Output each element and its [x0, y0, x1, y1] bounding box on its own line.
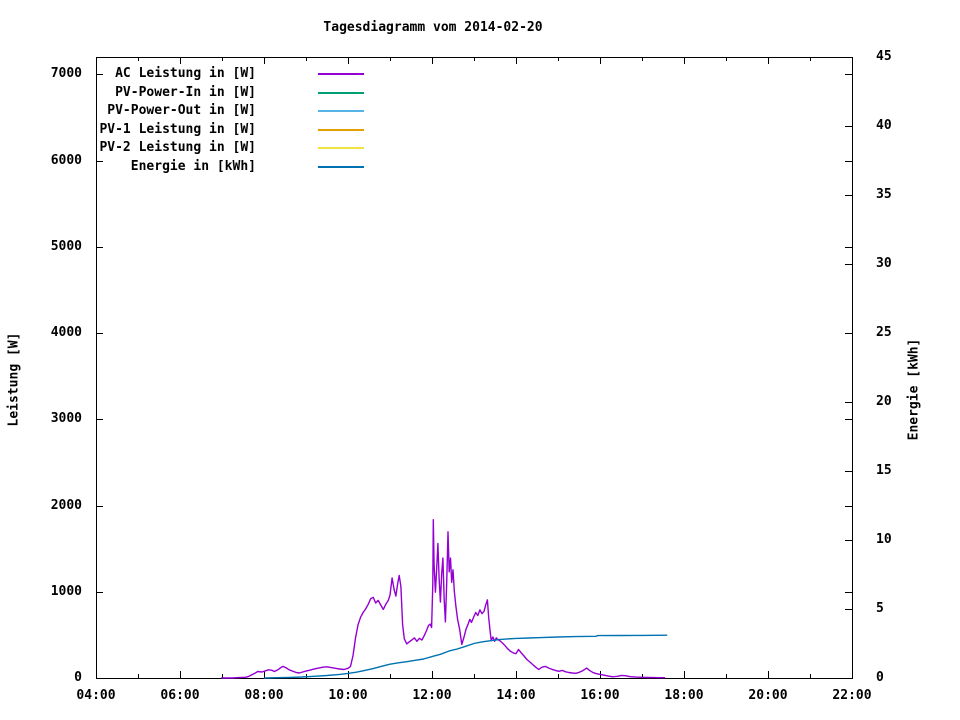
legend-color-sample [318, 165, 364, 168]
legend-label: PV-Power-Out in [W] [107, 103, 256, 118]
legend-label: AC Leistung in [W] [115, 66, 256, 81]
legend-row: AC Leistung in [W] [96, 65, 386, 83]
y-right-tick-label: 45 [876, 49, 892, 64]
y-left-tick-label: 5000 [50, 239, 82, 254]
y-left-tick-label: 6000 [50, 153, 82, 168]
legend-row: PV-2 Leistung in [W] [96, 139, 386, 157]
x-tick-label: 22:00 [832, 688, 872, 703]
x-tick-label: 12:00 [412, 688, 452, 703]
legend-label: PV-1 Leistung in [W] [99, 121, 256, 137]
y-left-tick-label: 7000 [50, 66, 82, 81]
y-right-tick-label: 5 [876, 601, 884, 616]
legend-row: PV-Power-In in [W] [96, 84, 386, 102]
daily-diagram-page: Tagesdiagramm vom 2014-02-20 Leistung [W… [0, 0, 960, 720]
legend-row: PV-1 Leistung in [W] [96, 121, 386, 139]
y-right-tick-label: 40 [876, 118, 892, 133]
legend-color-sample [318, 110, 364, 112]
x-tick-label: 10:00 [328, 688, 368, 703]
legend-color-sample [318, 91, 364, 94]
y-right-tick-label: 0 [876, 670, 884, 685]
y-right-tick-label: 10 [876, 532, 892, 547]
legend-label: Energie in [kWh] [130, 158, 256, 174]
y-left-axis-title: Leistung [W] [6, 332, 22, 427]
legend-row: PV-Power-Out in [W] [96, 102, 386, 120]
legend-label: PV-Power-In in [W] [115, 84, 256, 100]
y-right-tick-label: 30 [876, 256, 892, 271]
series-line [221, 519, 666, 679]
y-left-tick-label: 0 [74, 670, 82, 685]
x-tick-label: 18:00 [664, 688, 704, 703]
x-tick-label: 20:00 [748, 688, 788, 703]
y-left-tick-label: 2000 [50, 498, 82, 513]
chart-title: Tagesdiagramm vom 2014-02-20 [323, 20, 543, 35]
legend-label: PV-2 Leistung in [W] [99, 140, 256, 155]
x-tick-label: 04:00 [76, 688, 116, 703]
y-right-tick-label: 35 [876, 187, 892, 202]
x-tick-label: 16:00 [580, 688, 620, 703]
x-tick-label: 06:00 [160, 688, 200, 703]
y-right-tick-label: 25 [876, 325, 892, 340]
series-line [263, 634, 668, 679]
y-right-tick-label: 15 [876, 463, 892, 478]
legend-color-sample [318, 73, 364, 75]
legend-color-sample [318, 147, 364, 149]
legend-color-sample [318, 128, 364, 131]
x-tick-label: 08:00 [244, 688, 284, 703]
y-left-tick-label: 3000 [50, 411, 82, 426]
y-right-axis-title: Energie [kWh] [906, 338, 922, 441]
x-tick-label: 14:00 [496, 688, 536, 703]
y-left-tick-label: 1000 [50, 584, 82, 599]
legend-row: Energie in [kWh] [96, 158, 386, 176]
y-right-tick-label: 20 [876, 394, 892, 409]
y-left-tick-label: 4000 [50, 325, 82, 340]
